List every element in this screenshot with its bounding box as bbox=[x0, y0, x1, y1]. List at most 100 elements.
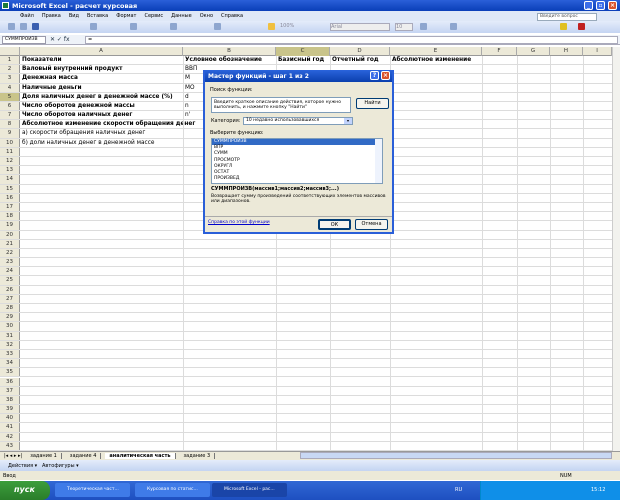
formula-input[interactable]: = bbox=[85, 36, 618, 44]
column-header[interactable]: A bbox=[20, 47, 183, 56]
row-header[interactable]: 9 bbox=[0, 129, 20, 138]
sheet-tab[interactable]: задание 4 bbox=[66, 453, 102, 459]
dialog-close-button[interactable]: × bbox=[381, 71, 390, 80]
row-header[interactable]: 7 bbox=[0, 111, 20, 120]
row-header[interactable]: 29 bbox=[0, 313, 20, 322]
column-header[interactable]: F bbox=[482, 47, 517, 56]
spellcheck-icon[interactable] bbox=[90, 23, 97, 30]
row-header[interactable]: 42 bbox=[0, 432, 20, 441]
row-header[interactable]: 35 bbox=[0, 368, 20, 377]
column-header[interactable]: D bbox=[330, 47, 390, 56]
column-header[interactable]: H bbox=[550, 47, 583, 56]
font-color-icon[interactable] bbox=[578, 23, 585, 30]
cell-C1[interactable]: Базисный год bbox=[276, 56, 324, 64]
function-list[interactable]: СУММПРОИЗВ ВПР СУММ ПРОСМОТР ОКРУГЛ ОСТА… bbox=[211, 138, 383, 184]
function-search-input[interactable]: Введите краткое описание действия, котор… bbox=[211, 97, 351, 113]
row-header[interactable]: 34 bbox=[0, 359, 20, 368]
cell-B1[interactable]: Условное обозначение bbox=[183, 56, 262, 64]
row-header[interactable]: 18 bbox=[0, 212, 20, 221]
row-header[interactable]: 27 bbox=[0, 294, 20, 303]
row-header[interactable]: 12 bbox=[0, 157, 20, 166]
name-box[interactable]: СУММПРОИЗВ bbox=[2, 36, 46, 44]
row-header[interactable]: 24 bbox=[0, 267, 20, 276]
row-header[interactable]: 8 bbox=[0, 120, 20, 129]
menu-help[interactable]: Справка bbox=[221, 13, 243, 21]
select-all[interactable] bbox=[0, 47, 20, 56]
row-header[interactable]: 36 bbox=[0, 377, 20, 386]
row-header[interactable]: 2 bbox=[0, 65, 20, 74]
actions-menu[interactable]: Действия ▾ bbox=[8, 463, 37, 469]
row-header[interactable]: 22 bbox=[0, 248, 20, 258]
row-header[interactable]: 10 bbox=[0, 138, 20, 147]
sheet-tab[interactable]: задание 3 bbox=[180, 453, 216, 459]
row-header[interactable]: 21 bbox=[0, 239, 20, 248]
row-header[interactable]: 28 bbox=[0, 304, 20, 313]
zoom-select[interactable]: 100% bbox=[280, 23, 294, 29]
menu-format[interactable]: Формат bbox=[116, 13, 136, 21]
cell-E1[interactable]: Абсолютное изменение bbox=[390, 56, 471, 64]
align-left-icon[interactable] bbox=[450, 23, 457, 30]
menu-tools[interactable]: Сервис bbox=[144, 13, 163, 21]
cell-A1[interactable]: Показатели bbox=[20, 56, 62, 64]
function-item[interactable]: ПРОИЗВЕД bbox=[212, 176, 382, 182]
row-header[interactable]: 11 bbox=[0, 147, 20, 157]
font-select[interactable]: Arial bbox=[330, 23, 390, 31]
column-header[interactable]: I bbox=[583, 47, 612, 56]
minimize-button[interactable]: _ bbox=[584, 1, 593, 10]
chart-wizard-icon[interactable] bbox=[268, 23, 275, 30]
row-header[interactable]: 26 bbox=[0, 285, 20, 294]
row-header[interactable]: 40 bbox=[0, 414, 20, 423]
fill-color-icon[interactable] bbox=[560, 23, 567, 30]
row-header[interactable]: 39 bbox=[0, 405, 20, 414]
row-header[interactable]: 20 bbox=[0, 230, 20, 239]
ok-button[interactable]: ОК bbox=[318, 219, 351, 230]
row-header[interactable]: 4 bbox=[0, 83, 20, 92]
row-header[interactable]: 15 bbox=[0, 184, 20, 193]
row-header[interactable]: 33 bbox=[0, 349, 20, 359]
cell-A9[interactable]: а) скорости обращения наличных денег bbox=[20, 129, 145, 137]
cell-A4[interactable]: Наличные деньги bbox=[20, 84, 82, 92]
cancel-button[interactable]: Отмена bbox=[355, 219, 388, 230]
help-search-input[interactable]: Введите вопрос bbox=[537, 13, 597, 21]
maximize-button[interactable]: ▫ bbox=[596, 1, 605, 10]
cell-B7[interactable]: n' bbox=[183, 111, 190, 119]
row-header[interactable]: 6 bbox=[0, 101, 20, 111]
column-header[interactable]: G bbox=[517, 47, 550, 56]
row-header[interactable]: 23 bbox=[0, 258, 20, 267]
row-header[interactable]: 14 bbox=[0, 175, 20, 184]
menu-edit[interactable]: Правка bbox=[42, 13, 61, 21]
find-button[interactable]: Найти bbox=[356, 98, 389, 109]
start-button[interactable]: пуск bbox=[0, 481, 50, 500]
close-button[interactable]: × bbox=[608, 1, 617, 10]
cell-A2[interactable]: Валовый внутренний продукт bbox=[20, 65, 123, 73]
autoshapes-menu[interactable]: Автофигуры ▾ bbox=[42, 463, 79, 469]
column-header[interactable]: C bbox=[276, 47, 330, 56]
category-select[interactable]: 10 недавно использовавшихся ▾ bbox=[243, 117, 353, 125]
row-header[interactable]: 32 bbox=[0, 340, 20, 349]
cell-A6[interactable]: Число оборотов денежной массы bbox=[20, 102, 135, 110]
row-header[interactable]: 38 bbox=[0, 395, 20, 405]
language-indicator[interactable]: RU bbox=[455, 487, 462, 493]
row-header[interactable]: 5 bbox=[0, 92, 20, 101]
row-header[interactable]: 30 bbox=[0, 322, 20, 331]
menu-view[interactable]: Вид bbox=[69, 13, 79, 21]
save-icon[interactable] bbox=[32, 23, 39, 30]
autosum-icon[interactable] bbox=[214, 23, 221, 30]
cell-A3[interactable]: Денежная масса bbox=[20, 74, 78, 82]
row-header[interactable]: 43 bbox=[0, 441, 20, 450]
bold-icon[interactable] bbox=[420, 23, 427, 30]
cell-A7[interactable]: Число оборотов наличных денег bbox=[20, 111, 132, 119]
row-header[interactable]: 31 bbox=[0, 331, 20, 340]
cell-B4[interactable]: МО bbox=[183, 84, 195, 92]
paste-icon[interactable] bbox=[130, 23, 137, 30]
row-header[interactable]: 19 bbox=[0, 221, 20, 230]
cell-B2[interactable]: ВВП bbox=[183, 65, 197, 73]
row-header[interactable]: 16 bbox=[0, 193, 20, 202]
taskbar-item-active[interactable]: Microsoft Excel - рас... bbox=[212, 483, 287, 497]
row-header[interactable]: 25 bbox=[0, 276, 20, 285]
list-scrollbar[interactable] bbox=[375, 139, 382, 183]
open-icon[interactable] bbox=[20, 23, 27, 30]
row-header[interactable]: 1 bbox=[0, 56, 20, 65]
help-button[interactable]: ? bbox=[370, 71, 379, 80]
taskbar-item[interactable]: Курсовая по статис... bbox=[135, 483, 210, 497]
